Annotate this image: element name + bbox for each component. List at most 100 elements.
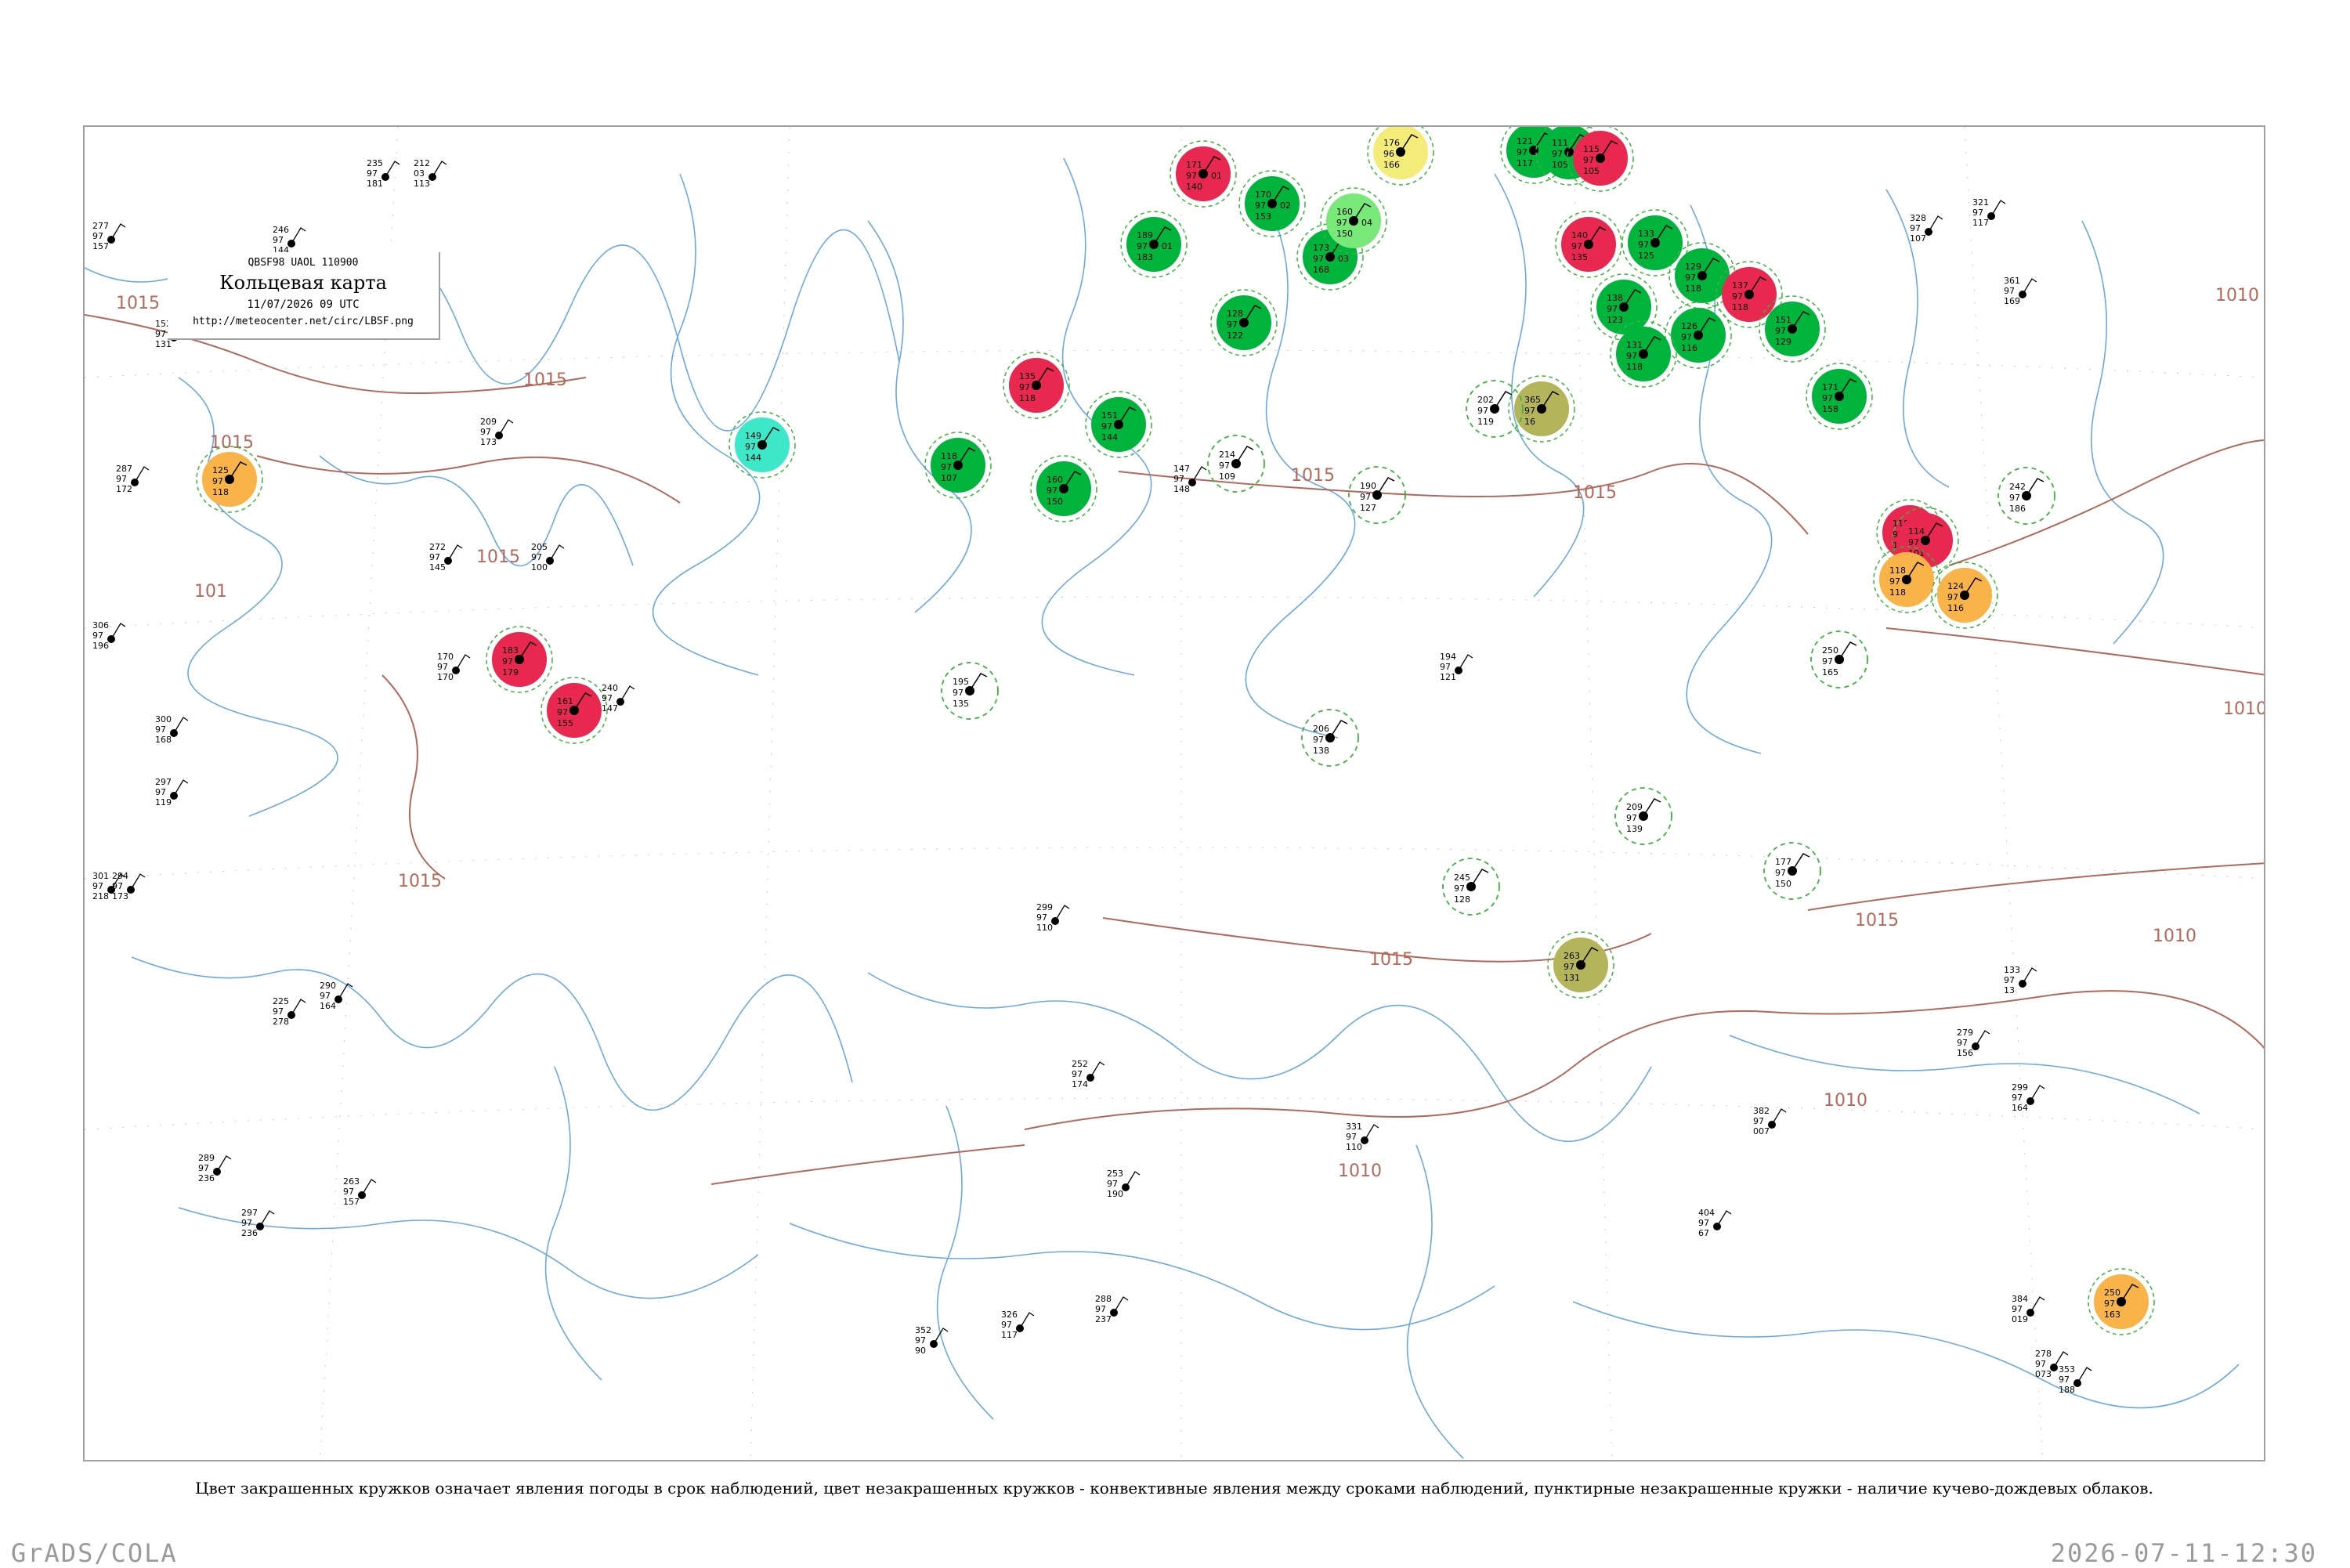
isobar-label: 1010 xyxy=(2215,286,2259,305)
weather-station: 24097147 xyxy=(602,683,635,714)
weather-station: 36197169 xyxy=(2004,276,2037,306)
station-pressure: 252 xyxy=(1072,1059,1088,1069)
weather-station: 12497116 xyxy=(1931,562,1998,629)
weather-station: 18997183 01 xyxy=(1120,211,1188,278)
station-temp: 97 xyxy=(92,231,103,241)
station-pressure: 183 xyxy=(502,645,519,656)
station-value: 117 xyxy=(1517,158,1533,168)
station-pressure: 118 xyxy=(941,451,957,461)
station-pressure: 133 xyxy=(2004,965,2020,975)
station-pressure: 209 xyxy=(1626,802,1643,812)
weather-station: 28997236 xyxy=(198,1153,232,1183)
station-pressure: 133 xyxy=(1638,229,1654,239)
station-value: 118 xyxy=(1019,393,1036,403)
station-value: 119 xyxy=(155,797,172,807)
station-temp: 97 xyxy=(502,656,513,667)
station-pressure: 290 xyxy=(320,981,336,991)
station-tendency: 04 xyxy=(1361,218,1372,228)
station-value: 237 xyxy=(1095,1314,1112,1324)
station-pressure: 242 xyxy=(2009,482,2026,492)
station-pressure: 137 xyxy=(1732,280,1748,291)
bulletin-code: QBSF98 UAOL 110900 xyxy=(248,257,359,269)
isobar-label: 1015 xyxy=(210,433,254,453)
station-temp: 97 xyxy=(1753,1116,1764,1126)
weather-station: 25097165 xyxy=(1810,630,1868,688)
isobar-label: 1015 xyxy=(476,547,520,567)
station-tendency: 01 xyxy=(1211,171,1222,181)
isobars xyxy=(85,314,2264,1185)
title-box: QBSF98 UAOL 110900 Кольцевая карта 11/07… xyxy=(168,252,440,340)
station-temp: 97 xyxy=(155,787,166,797)
station-pressure: 297 xyxy=(241,1208,258,1218)
station-temp: 97 xyxy=(1219,461,1230,471)
station-pressure: 205 xyxy=(531,542,548,552)
station-temp: 97 xyxy=(1685,273,1696,283)
weather-station: 18397179 xyxy=(486,626,553,693)
weather-station: 22597278 xyxy=(273,996,306,1027)
station-pressure: 111 xyxy=(1552,138,1568,148)
station-pressure: 190 xyxy=(1360,481,1376,491)
station-pressure: 160 xyxy=(1336,207,1353,217)
station-pressure: 194 xyxy=(1440,652,1456,662)
station-pressure: 240 xyxy=(602,683,618,693)
station-value: 110 xyxy=(1346,1142,1362,1152)
station-temp: 97 xyxy=(437,662,448,672)
station-pressure: 128 xyxy=(1227,309,1243,319)
weather-station: 27297145 xyxy=(429,542,463,573)
station-pressure: 140 xyxy=(1571,230,1588,240)
station-value: 121 xyxy=(1440,672,1456,682)
station-value: 119 xyxy=(1477,417,1494,427)
station-pressure: 138 xyxy=(1607,293,1623,303)
station-temp: 97 xyxy=(1101,421,1112,432)
station-pressure: 161 xyxy=(557,696,573,706)
station-pressure: 279 xyxy=(1957,1028,1973,1038)
station-pressure: 202 xyxy=(1477,395,1494,405)
render-timestamp: 2026-07-11-12:30 xyxy=(2050,1538,2317,1568)
station-pressure: 299 xyxy=(2012,1082,2028,1093)
station-value: 138 xyxy=(1313,746,1329,756)
station-pressure: 263 xyxy=(1564,951,1580,961)
station-pressure: 147 xyxy=(1173,464,1190,474)
station-pressure: 209 xyxy=(480,417,497,427)
station-value: 278 xyxy=(273,1017,289,1027)
station-value: 156 xyxy=(1957,1048,1973,1058)
station-value: 150 xyxy=(1775,879,1791,889)
station-temp: 97 xyxy=(745,442,756,452)
station-value: 172 xyxy=(116,484,132,494)
station-temp: 97 xyxy=(2012,1304,2023,1314)
station-pressure: 171 xyxy=(1822,382,1838,392)
weather-station: 24597128 xyxy=(1442,858,1500,916)
station-temp: 97 xyxy=(480,427,491,437)
weather-station: 20697138 xyxy=(1301,709,1359,767)
weather-station: 11897107 xyxy=(924,432,992,499)
station-pressure: 263 xyxy=(343,1176,360,1187)
station-temp: 97 xyxy=(2035,1359,2046,1369)
weather-station: 29797119 xyxy=(155,777,189,807)
station-pressure: 353 xyxy=(2059,1364,2075,1375)
station-pressure: 171 xyxy=(1186,160,1202,170)
station-temp: 97 xyxy=(1552,149,1563,159)
station-temp: 97 xyxy=(1775,868,1786,878)
weather-station: 26397131 xyxy=(1547,931,1614,999)
station-pressure: 115 xyxy=(1583,144,1600,154)
station-value: 153 xyxy=(1255,211,1271,222)
station-value: 109 xyxy=(1219,471,1235,482)
weather-station: 13597118 xyxy=(1003,352,1070,419)
station-pressure: 126 xyxy=(1681,321,1697,331)
station-pressure: 114 xyxy=(1908,526,1925,537)
station-temp: 97 xyxy=(198,1163,209,1173)
weather-station: 19497121 xyxy=(1440,652,1473,682)
station-temp: 97 xyxy=(1957,1038,1968,1048)
weather-station: 28897237 xyxy=(1095,1294,1129,1324)
weather-station: 16197155 xyxy=(540,677,608,744)
isobar-label: 1010 xyxy=(2153,927,2196,946)
station-pressure: 250 xyxy=(2104,1288,2120,1298)
station-pressure: 212 xyxy=(414,158,430,168)
station-pressure: 206 xyxy=(1313,724,1329,734)
station-temp: 97 xyxy=(343,1187,354,1197)
station-temp: 97 xyxy=(1137,241,1148,251)
station-value: 128 xyxy=(1454,894,1470,905)
station-value: 105 xyxy=(1552,160,1568,170)
station-value: 127 xyxy=(1360,503,1376,513)
station-value: 168 xyxy=(1313,265,1329,275)
